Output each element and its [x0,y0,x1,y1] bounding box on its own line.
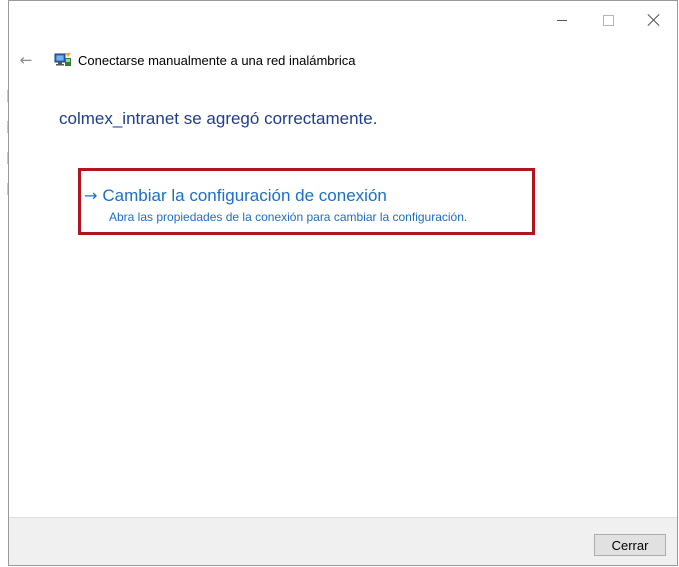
back-button[interactable]: ← [15,49,37,71]
network-icon [54,53,71,66]
minimize-button[interactable] [539,1,585,39]
link-title-text: Cambiar la configuración de conexión [102,186,387,205]
maximize-icon [602,14,614,26]
close-button[interactable]: Cerrar [594,534,666,556]
dialog-header: ← Conectarse manualmente a una red inalá… [9,45,677,75]
close-window-button[interactable] [631,1,677,39]
back-arrow-icon: ← [19,51,33,69]
success-message: colmex_intranet se agregó correctamente. [59,109,378,128]
minimize-icon [557,19,567,21]
dialog-footer: Cerrar [9,517,677,565]
dialog-window: ← Conectarse manualmente a una red inalá… [8,0,678,566]
maximize-button[interactable] [585,1,631,39]
dialog-title: Conectarse manualmente a una red inalámb… [78,53,356,68]
close-icon [648,14,660,26]
right-arrow-icon: → [84,186,98,205]
title-bar [9,1,677,39]
link-description: Abra las propiedades de la conexión para… [109,210,468,224]
change-connection-settings-link[interactable]: → Cambiar la configuración de conexión [84,186,387,206]
